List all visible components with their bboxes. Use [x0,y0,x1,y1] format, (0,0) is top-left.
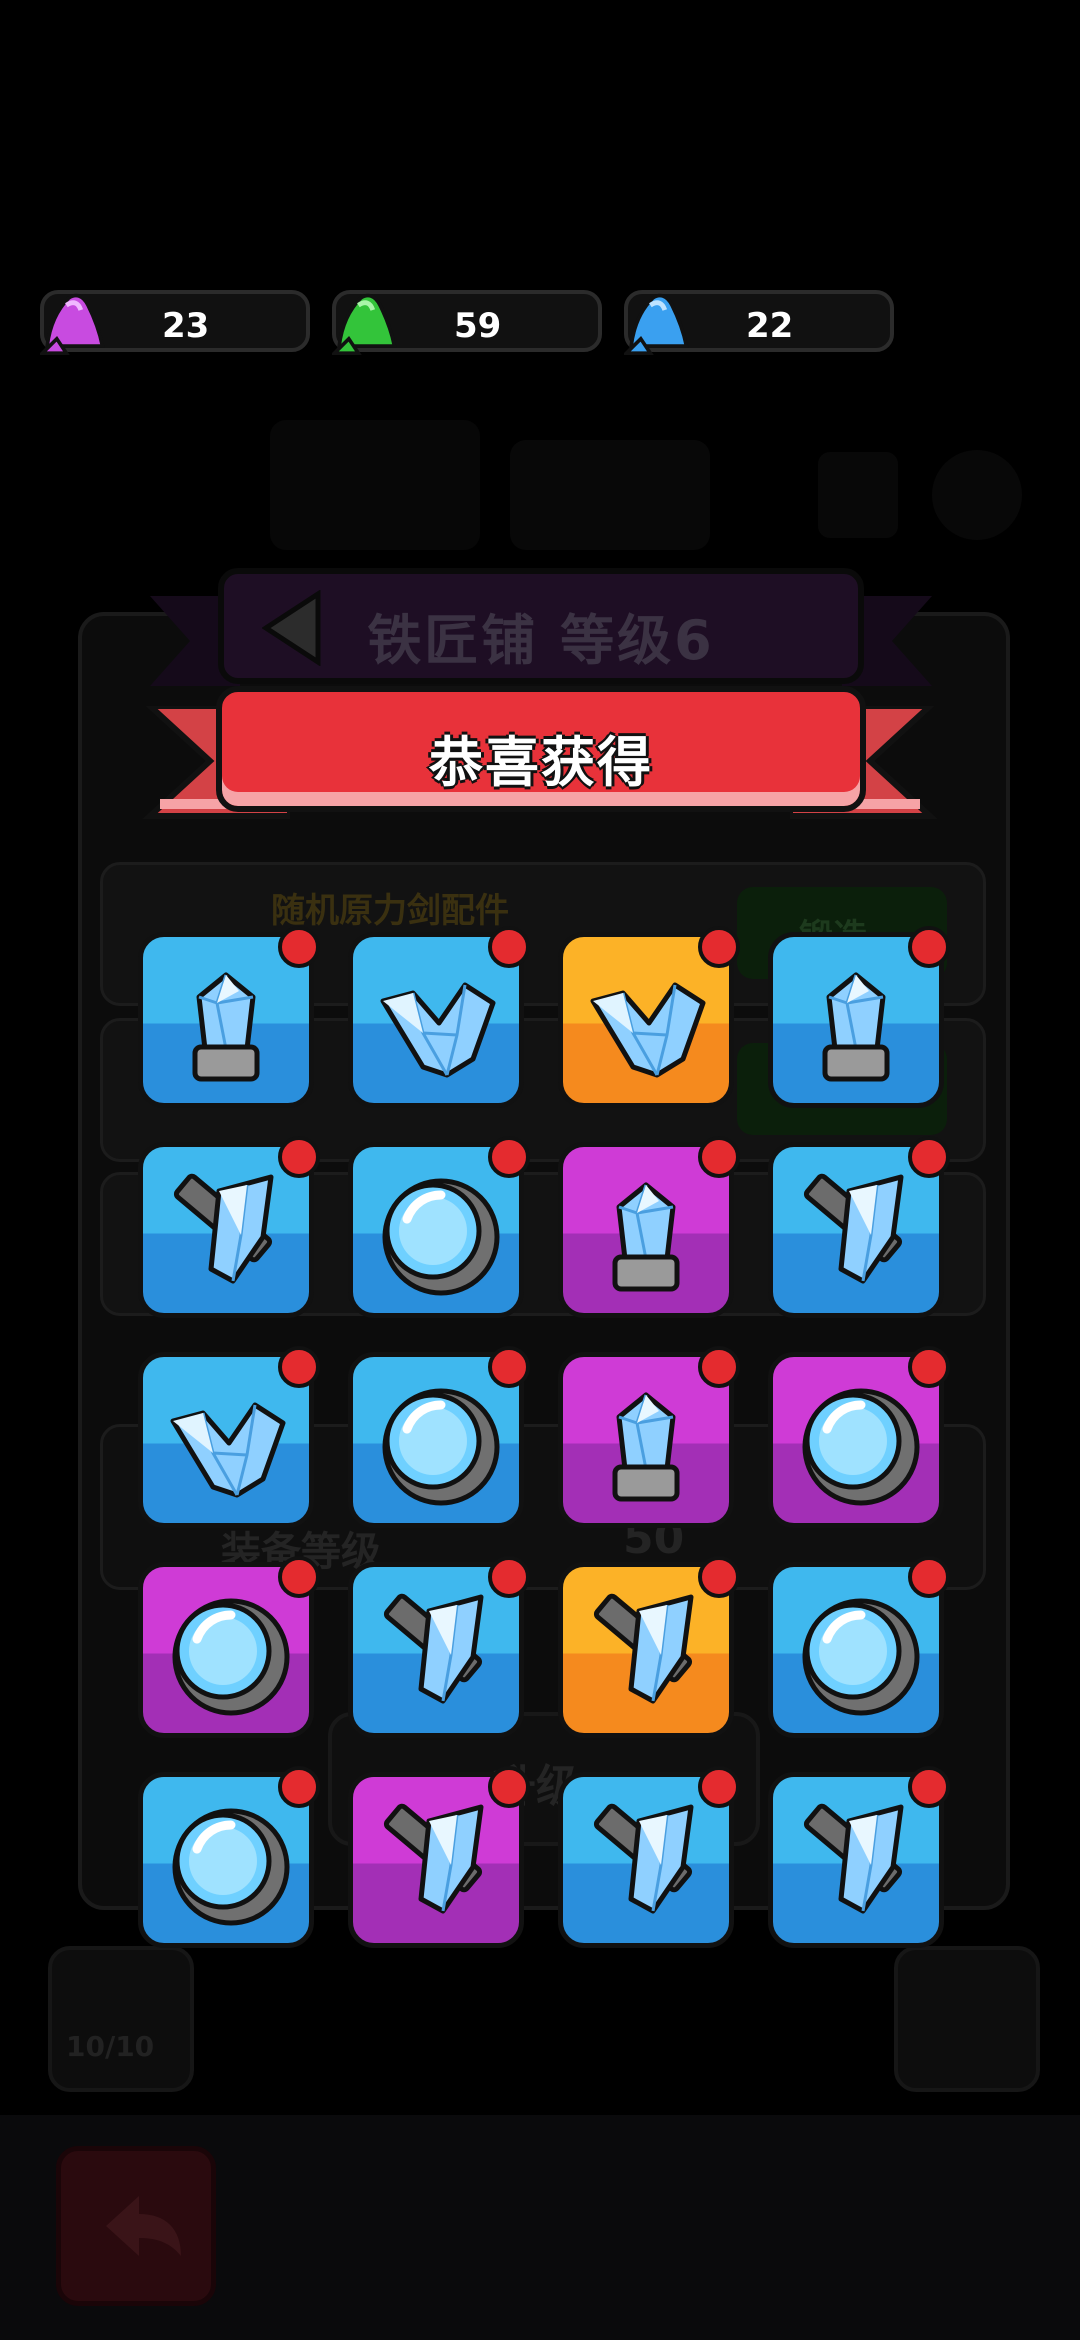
green-stone-icon [332,293,397,355]
new-badge-dot [908,1556,950,1598]
slot-counter-box: 10/10 [48,1946,194,2092]
new-badge-dot [698,1766,740,1808]
new-badge-dot [278,1556,320,1598]
shop-header: 铁匠铺 等级6 [218,568,864,684]
bg-card [270,420,480,550]
back-arrow-icon [106,2196,181,2256]
bg-card-2 [510,440,710,550]
congrats-title: 恭喜获得 [429,731,653,794]
mail-icon [818,452,898,538]
resource-purple: 23 [40,290,310,355]
new-badge-dot [908,1766,950,1808]
slot-counter: 10/10 [66,2030,155,2063]
new-badge-dot [698,1136,740,1178]
sword-slot [894,1946,1040,2092]
blue-stone-icon [624,293,689,355]
purple-stone-icon [40,293,105,355]
resource-value: 59 [454,306,502,346]
resource-green: 59 [332,290,602,355]
congrats-banner: 恭喜获得 [216,686,866,812]
new-badge-dot [278,1136,320,1178]
resource-value: 22 [746,306,794,346]
new-badge-dot [488,1346,530,1388]
new-badge-dot [488,926,530,968]
new-badge-dot [278,926,320,968]
new-badge-dot [488,1766,530,1808]
new-badge-dot [278,1346,320,1388]
back-button[interactable] [56,2146,216,2306]
new-badge-dot [908,1136,950,1178]
resource-value: 23 [162,306,210,346]
new-badge-dot [698,1346,740,1388]
new-badge-dot [278,1766,320,1808]
forge-row-title: 随机原力剑配件 [271,891,509,931]
new-badge-dot [698,926,740,968]
new-badge-dot [908,1346,950,1388]
settings-gear-icon [932,450,1022,540]
new-badge-dot [488,1136,530,1178]
new-badge-dot [908,926,950,968]
shop-title: 铁匠铺 等级6 [367,609,715,672]
resource-bar: 23 59 22 [40,290,916,355]
new-badge-dot [488,1556,530,1598]
resource-blue: 22 [624,290,894,355]
new-badge-dot [698,1556,740,1598]
